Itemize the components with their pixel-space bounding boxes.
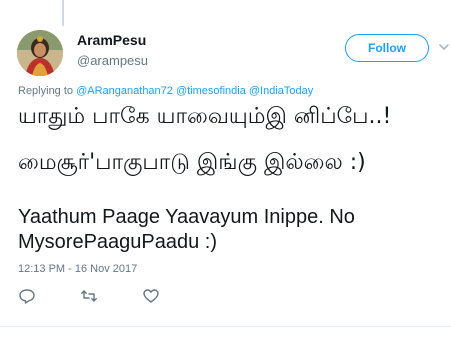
chevron-down-icon[interactable] [437, 40, 451, 54]
avatar[interactable] [17, 30, 63, 76]
timestamp[interactable]: 12:13 PM - 16 Nov 2017 [18, 263, 137, 275]
reply-prefix: Replying to [18, 85, 74, 97]
follow-button[interactable]: Follow [345, 34, 429, 62]
retweet-icon[interactable] [80, 287, 98, 305]
tweet-text-line-2: மைசூர்'பாகுபாடு இங்கு இல்லை :) [18, 150, 366, 175]
divider [0, 326, 451, 327]
reply-icon[interactable] [18, 287, 36, 305]
reply-mentions[interactable]: @ARanganathan72 @timesofindia @IndiaToda… [76, 85, 313, 97]
reply-context: Replying to @ARanganathan72 @timesofindi… [18, 85, 313, 97]
previous-tweet-edge [0, 0, 451, 26]
user-handle[interactable]: @arampesu [77, 53, 148, 68]
thread-line [62, 0, 64, 26]
like-icon[interactable] [142, 287, 160, 305]
tweet-text-line-3: Yaathum Paage Yaavayum Inippe. No Mysore… [18, 206, 355, 253]
tweet-text-line-1: யாதும் பாகே யாவையும்இ னிப்பே..! [18, 104, 392, 129]
avatar-image [17, 30, 63, 76]
display-name[interactable]: AramPesu [77, 32, 146, 48]
